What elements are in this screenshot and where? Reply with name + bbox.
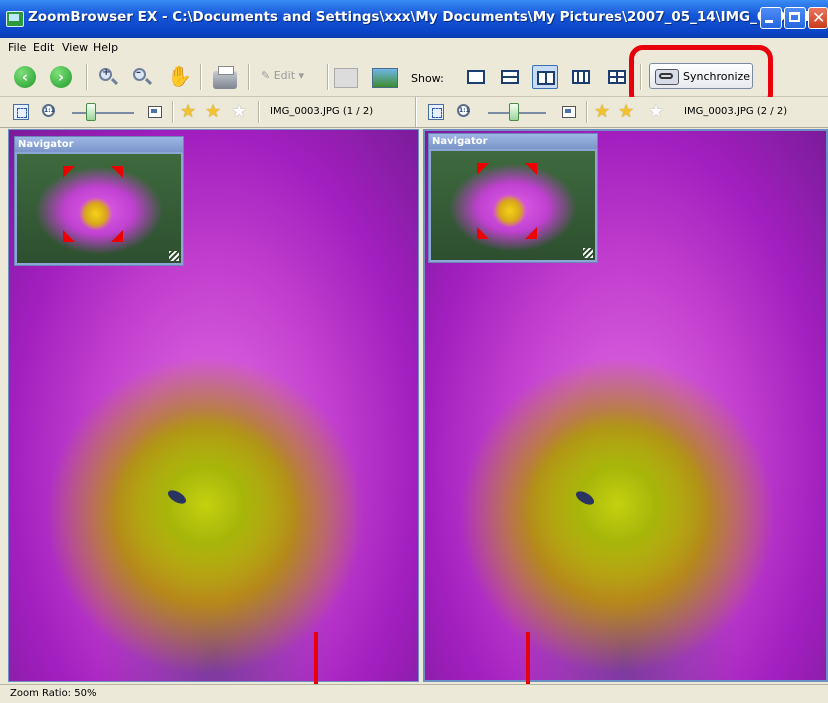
view-frame-corner [525, 163, 537, 175]
right-filename: IMG_0003.JPG (2 / 2) [684, 106, 788, 117]
edit-button[interactable]: ✎ Edit ▾ [261, 69, 304, 82]
view-frame-corner [63, 230, 75, 242]
fit-to-window-icon[interactable] [13, 104, 29, 120]
toolbar-separator [258, 101, 260, 123]
navigator-thumbnail[interactable] [431, 151, 595, 260]
view-frame-corner [525, 227, 537, 239]
toolbar-separator [172, 101, 174, 123]
printer-icon[interactable] [213, 66, 237, 89]
star-icon[interactable]: ★ [231, 103, 247, 121]
zoom-slider-thumb[interactable] [86, 103, 96, 121]
window-title: ZoomBrowser EX - C:\Documents and Settin… [28, 9, 826, 25]
toolbar-separator [248, 64, 250, 90]
view-frame-corner [63, 166, 75, 178]
hand-icon[interactable]: ✋ [167, 64, 192, 88]
maximize-icon [789, 12, 800, 22]
menu-edit[interactable]: Edit [33, 41, 54, 54]
resize-grip-icon[interactable] [583, 248, 593, 258]
layout-grid-button[interactable] [604, 65, 630, 89]
star-icon[interactable]: ★ [205, 103, 221, 121]
menu-view[interactable]: View [62, 41, 88, 54]
close-icon: ✕ [812, 8, 826, 27]
zoom-slider-thumb[interactable] [509, 103, 519, 121]
toolbar-separator [327, 64, 329, 90]
window-icon[interactable] [148, 106, 162, 118]
app-icon [6, 11, 24, 27]
menu-help[interactable]: Help [93, 41, 118, 54]
left-filename: IMG_0003.JPG (1 / 2) [270, 106, 374, 117]
zoom-ratio-text: Zoom Ratio: 50% [10, 688, 97, 699]
view-frame-corner [477, 227, 489, 239]
toolbar-separator [200, 64, 202, 90]
navigator-panel[interactable]: Navigator [428, 133, 598, 263]
navigator-thumbnail[interactable] [17, 154, 181, 263]
edit-label: Edit [273, 69, 296, 82]
show-label: Show: [411, 72, 444, 85]
star-icon[interactable]: ★ [180, 103, 196, 121]
arrow-left-icon[interactable]: ‹ [14, 66, 36, 88]
title-bar: ZoomBrowser EX - C:\Documents and Settin… [0, 0, 828, 38]
layout-horizontal-split-icon [501, 70, 519, 84]
toolbar-separator [86, 64, 88, 90]
viewer-toolbar: 1:1 ★ ★ ★ IMG_0003.JPG (1 / 2) 1:1 ★ ★ ★… [0, 97, 828, 128]
view-frame-corner [111, 166, 123, 178]
layout-single-button[interactable] [463, 65, 489, 89]
resize-grip-icon[interactable] [169, 251, 179, 261]
star-icon[interactable]: ★ [594, 103, 610, 121]
layout-horizontal-split-button[interactable] [497, 65, 523, 89]
left-image-panel[interactable]: Navigator [8, 129, 419, 682]
status-bar: Zoom Ratio: 50% [0, 684, 828, 703]
right-image-panel[interactable]: Navigator [423, 129, 828, 682]
actual-size-icon[interactable]: 1:1 [42, 104, 59, 120]
toolbar-separator [586, 101, 588, 123]
layout-vertical-split-icon [537, 71, 555, 85]
navigator-panel[interactable]: Navigator [14, 136, 184, 266]
minimize-button[interactable] [760, 7, 782, 29]
close-button[interactable]: ✕ [808, 7, 828, 29]
maximize-button[interactable] [784, 7, 806, 29]
zoom-in-icon[interactable]: + [99, 67, 112, 81]
navigator-title: Navigator [429, 134, 597, 149]
navigator-title: Navigator [15, 137, 183, 152]
panel-divider [415, 97, 417, 127]
fit-to-window-icon[interactable] [428, 104, 444, 120]
actual-size-icon[interactable]: 1:1 [457, 104, 474, 120]
layout-three-column-button[interactable] [568, 65, 594, 89]
star-icon[interactable]: ★ [618, 103, 634, 121]
layout-vertical-split-button[interactable] [532, 65, 558, 89]
layout-single-icon [467, 70, 485, 84]
window-icon[interactable] [562, 106, 576, 118]
zoom-slider-track [72, 112, 134, 114]
star-icon[interactable]: ★ [648, 103, 664, 121]
view-frame-corner [477, 163, 489, 175]
layout-grid-icon [608, 70, 626, 84]
layout-three-column-icon [572, 70, 590, 84]
zoom-out-icon[interactable]: – [133, 67, 146, 81]
minimize-icon [765, 20, 773, 23]
arrow-right-icon[interactable]: › [50, 66, 72, 88]
image-icon[interactable] [372, 68, 398, 88]
view-frame-corner [111, 230, 123, 242]
menu-file[interactable]: File [8, 41, 26, 54]
compare-icon[interactable] [334, 68, 358, 88]
